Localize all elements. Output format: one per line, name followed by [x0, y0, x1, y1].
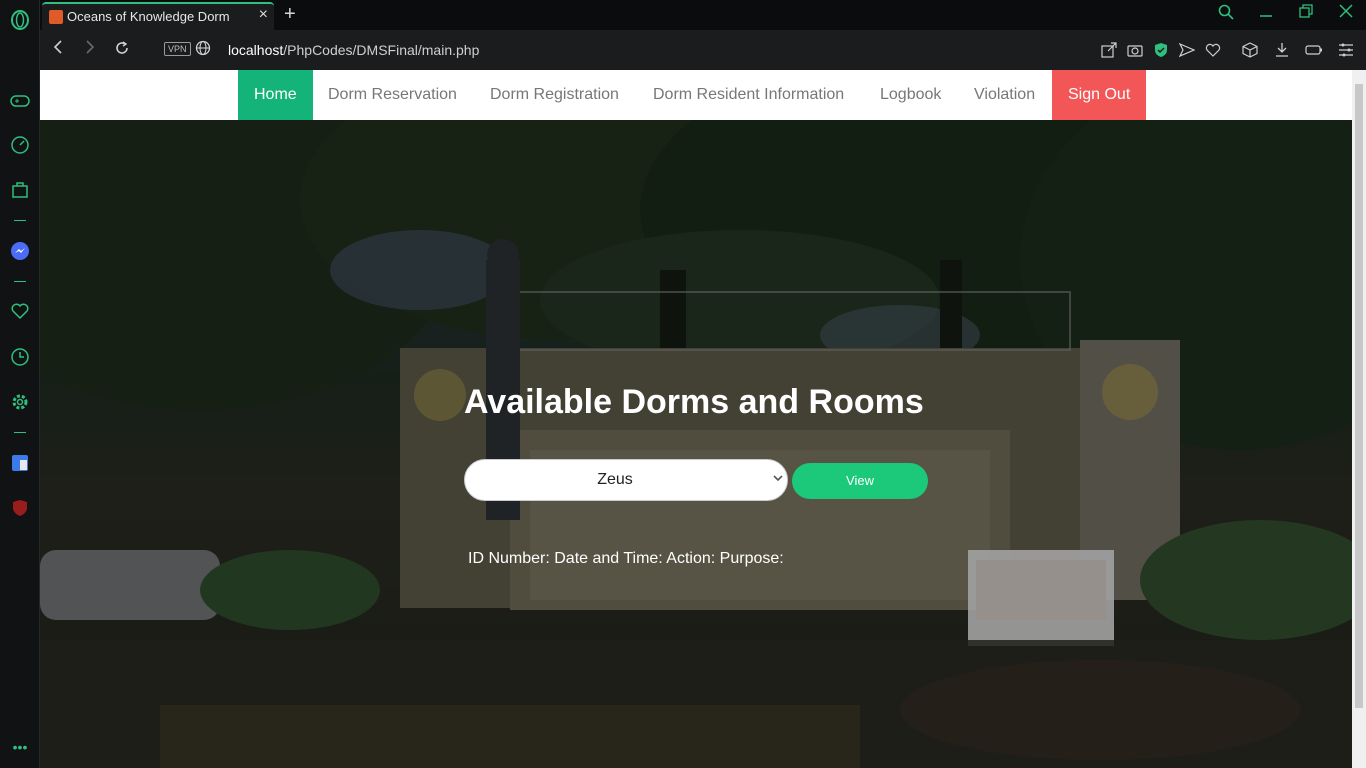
settings-icon[interactable] — [9, 391, 31, 413]
tab-active[interactable]: Oceans of Knowledge Dorm × — [42, 2, 274, 30]
sidebar-separator — [14, 281, 26, 282]
browser-sidebar: ••• — [0, 0, 40, 768]
nav-violation[interactable]: Violation — [958, 70, 1051, 120]
nav-home[interactable]: Home — [238, 70, 313, 120]
sidebar-separator — [14, 432, 26, 433]
back-icon[interactable] — [48, 40, 68, 60]
page-scrollbar[interactable] — [1352, 70, 1366, 768]
reload-icon[interactable] — [112, 40, 132, 60]
site-navbar: Home Dorm Reservation Dorm Registration … — [40, 70, 1352, 120]
browser-window: ••• Oceans of Knowledge Dorm × + VPN loc… — [0, 0, 1366, 768]
nav-dorm-resident-information[interactable]: Dorm Resident Information — [637, 70, 860, 120]
opera-logo-icon[interactable] — [9, 9, 31, 31]
share-icon[interactable] — [1099, 40, 1119, 60]
speed-dial-icon[interactable] — [9, 134, 31, 156]
web-page: Home Dorm Reservation Dorm Registration … — [40, 70, 1352, 768]
search-tabs-icon[interactable] — [1214, 4, 1238, 26]
history-icon[interactable] — [9, 346, 31, 368]
vpn-badge[interactable]: VPN — [164, 42, 191, 56]
minimize-icon[interactable] — [1254, 4, 1278, 26]
download-icon[interactable] — [1272, 40, 1292, 60]
ublock-icon[interactable] — [9, 497, 31, 519]
nav-logbook[interactable]: Logbook — [864, 70, 957, 120]
bookmark-heart-icon[interactable] — [1203, 40, 1223, 60]
address-bar-row: VPN localhost/PhpCodes/DMSFinal/main.php — [40, 30, 1366, 70]
more-icon[interactable]: ••• — [9, 736, 31, 758]
log-details-text: ID Number: Date and Time: Action: Purpos… — [468, 550, 784, 567]
url-path: /PhpCodes/DMSFinal/main.php — [283, 42, 480, 58]
nav-dorm-reservation[interactable]: Dorm Reservation — [312, 70, 473, 120]
bag-icon[interactable] — [9, 179, 31, 201]
new-tab-button[interactable]: + — [284, 3, 296, 26]
address-input[interactable]: localhost/PhpCodes/DMSFinal/main.php — [228, 42, 479, 58]
adblock-shield-icon[interactable] — [1151, 40, 1171, 60]
heart-icon[interactable] — [9, 300, 31, 322]
send-icon[interactable] — [1177, 40, 1197, 60]
restore-icon[interactable] — [1294, 4, 1318, 26]
forward-icon[interactable] — [80, 40, 100, 60]
dark-overlay — [40, 120, 1352, 768]
sidebar-separator — [14, 220, 26, 221]
hero-section: Available Dorms and Rooms Zeus View ID N… — [40, 120, 1352, 768]
gamepad-icon[interactable] — [9, 90, 31, 112]
page-title: Available Dorms and Rooms — [464, 383, 924, 421]
snapshot-icon[interactable] — [1125, 40, 1145, 60]
battery-saver-icon[interactable] — [1304, 40, 1324, 60]
close-tab-icon[interactable]: × — [259, 6, 268, 24]
xampp-favicon-icon — [49, 10, 63, 24]
view-button[interactable]: View — [792, 463, 928, 499]
nav-dorm-registration[interactable]: Dorm Registration — [474, 70, 635, 120]
chevron-down-icon — [773, 471, 783, 485]
easy-setup-icon[interactable] — [1336, 40, 1356, 60]
nav-sign-out[interactable]: Sign Out — [1052, 70, 1147, 120]
tab-bar: Oceans of Knowledge Dorm × + — [40, 0, 1366, 30]
dorm-select-value: Zeus — [597, 471, 633, 488]
scrollbar-thumb[interactable] — [1355, 84, 1363, 708]
translate-icon[interactable] — [9, 452, 31, 474]
messenger-icon[interactable] — [9, 240, 31, 262]
dorm-select[interactable]: Zeus — [464, 459, 788, 501]
close-window-icon[interactable] — [1334, 4, 1358, 26]
url-host: localhost — [228, 42, 284, 58]
extensions-cube-icon[interactable] — [1240, 40, 1260, 60]
tab-title: Oceans of Knowledge Dorm — [67, 9, 230, 24]
globe-icon[interactable] — [193, 40, 213, 60]
